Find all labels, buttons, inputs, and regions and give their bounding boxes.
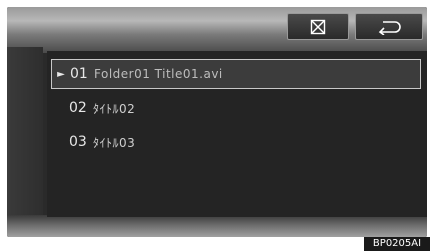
item-number: 03 (69, 134, 87, 150)
return-arrow-icon (378, 20, 401, 35)
item-title: Folder01 Title01.avi (94, 67, 223, 81)
file-list: ► 01 Folder01 Title01.avi 02 ﾀｲﾄﾙ02 03 ﾀ… (47, 51, 427, 217)
list-item-2[interactable]: 02 ﾀｲﾄﾙ02 (51, 93, 421, 123)
figure-caption: BP0205AI (364, 237, 430, 251)
selected-marker-icon: ► (57, 68, 65, 80)
back-button[interactable] (355, 13, 423, 40)
background-image-bottom (7, 215, 427, 237)
close-box-icon (310, 19, 326, 34)
item-title: ﾀｲﾄﾙ02 (93, 101, 136, 116)
item-number: 01 (70, 66, 88, 82)
close-button[interactable] (287, 13, 349, 40)
item-title: ﾀｲﾄﾙ03 (93, 135, 136, 150)
list-item-3[interactable]: 03 ﾀｲﾄﾙ03 (51, 127, 421, 157)
media-screen: ► 01 Folder01 Title01.avi 02 ﾀｲﾄﾙ02 03 ﾀ… (7, 7, 427, 237)
background-image-left (7, 47, 43, 222)
list-item-1[interactable]: ► 01 Folder01 Title01.avi (51, 59, 421, 89)
item-number: 02 (69, 100, 87, 116)
